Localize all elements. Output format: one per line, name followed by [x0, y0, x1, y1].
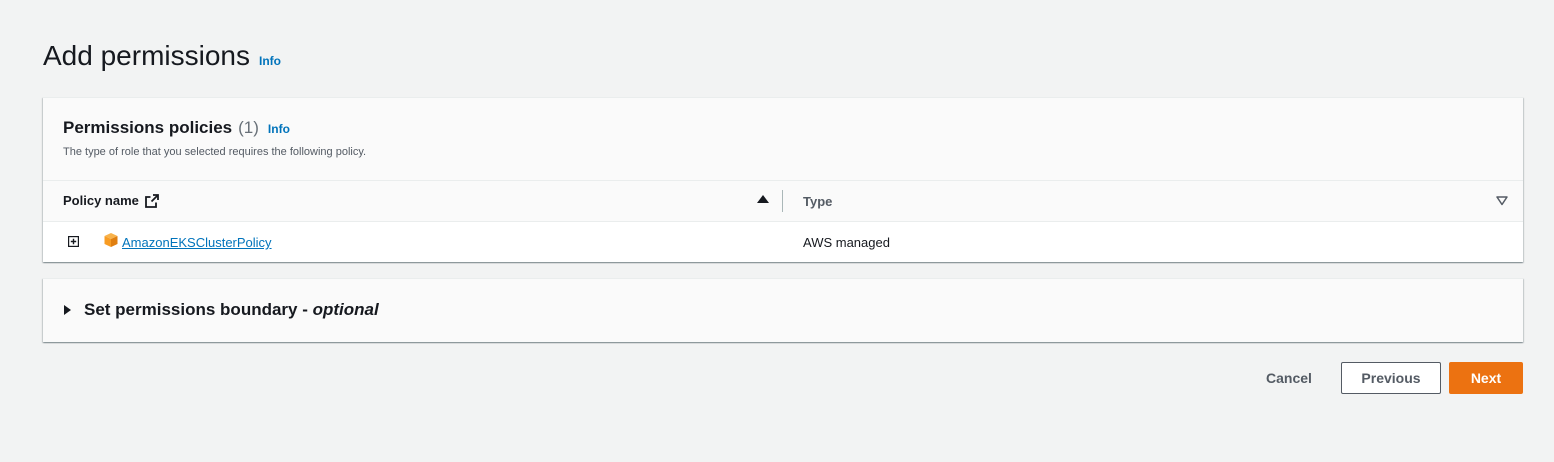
table-header: Policy name Type: [43, 181, 1523, 222]
column-divider[interactable]: [782, 190, 783, 212]
sort-descending-icon[interactable]: [1496, 196, 1508, 206]
previous-button[interactable]: Previous: [1341, 362, 1441, 394]
policy-type-cell: AWS managed: [803, 235, 890, 250]
boundary-optional-text: optional: [312, 300, 379, 319]
caret-right-icon[interactable]: [64, 305, 71, 315]
panel-header: Permissions policies (1) Info The type o…: [43, 98, 1523, 181]
column-header-policy-name[interactable]: Policy name: [63, 193, 159, 208]
panel-title: Permissions policies: [63, 118, 233, 137]
boundary-title-text: Set permissions boundary -: [84, 300, 313, 319]
policy-count: (1): [238, 118, 259, 137]
panel-title-row: Permissions policies (1) Info: [63, 118, 290, 138]
table-row: AmazonEKSClusterPolicy AWS managed: [43, 222, 1523, 262]
external-link-icon[interactable]: [144, 193, 159, 208]
permissions-boundary-panel[interactable]: Set permissions boundary - optional: [43, 278, 1523, 342]
panel-description: The type of role that you selected requi…: [63, 146, 367, 158]
policy-name-link[interactable]: AmazonEKSClusterPolicy: [122, 235, 272, 250]
page-header: Add permissions Info: [43, 40, 281, 72]
boundary-expander-title[interactable]: Set permissions boundary - optional: [84, 300, 379, 320]
cancel-button[interactable]: Cancel: [1250, 362, 1328, 394]
policies-info-link[interactable]: Info: [268, 122, 290, 136]
next-button[interactable]: Next: [1449, 362, 1523, 394]
page-info-link[interactable]: Info: [259, 54, 281, 68]
expand-plus-icon[interactable]: [68, 236, 79, 247]
page-title: Add permissions: [43, 40, 250, 71]
sort-ascending-icon[interactable]: [757, 195, 769, 203]
column-header-type[interactable]: Type: [803, 194, 832, 209]
aws-managed-policy-icon: [104, 233, 118, 247]
column-label-policy-name: Policy name: [63, 193, 139, 208]
permissions-policies-panel: Permissions policies (1) Info The type o…: [43, 97, 1523, 262]
